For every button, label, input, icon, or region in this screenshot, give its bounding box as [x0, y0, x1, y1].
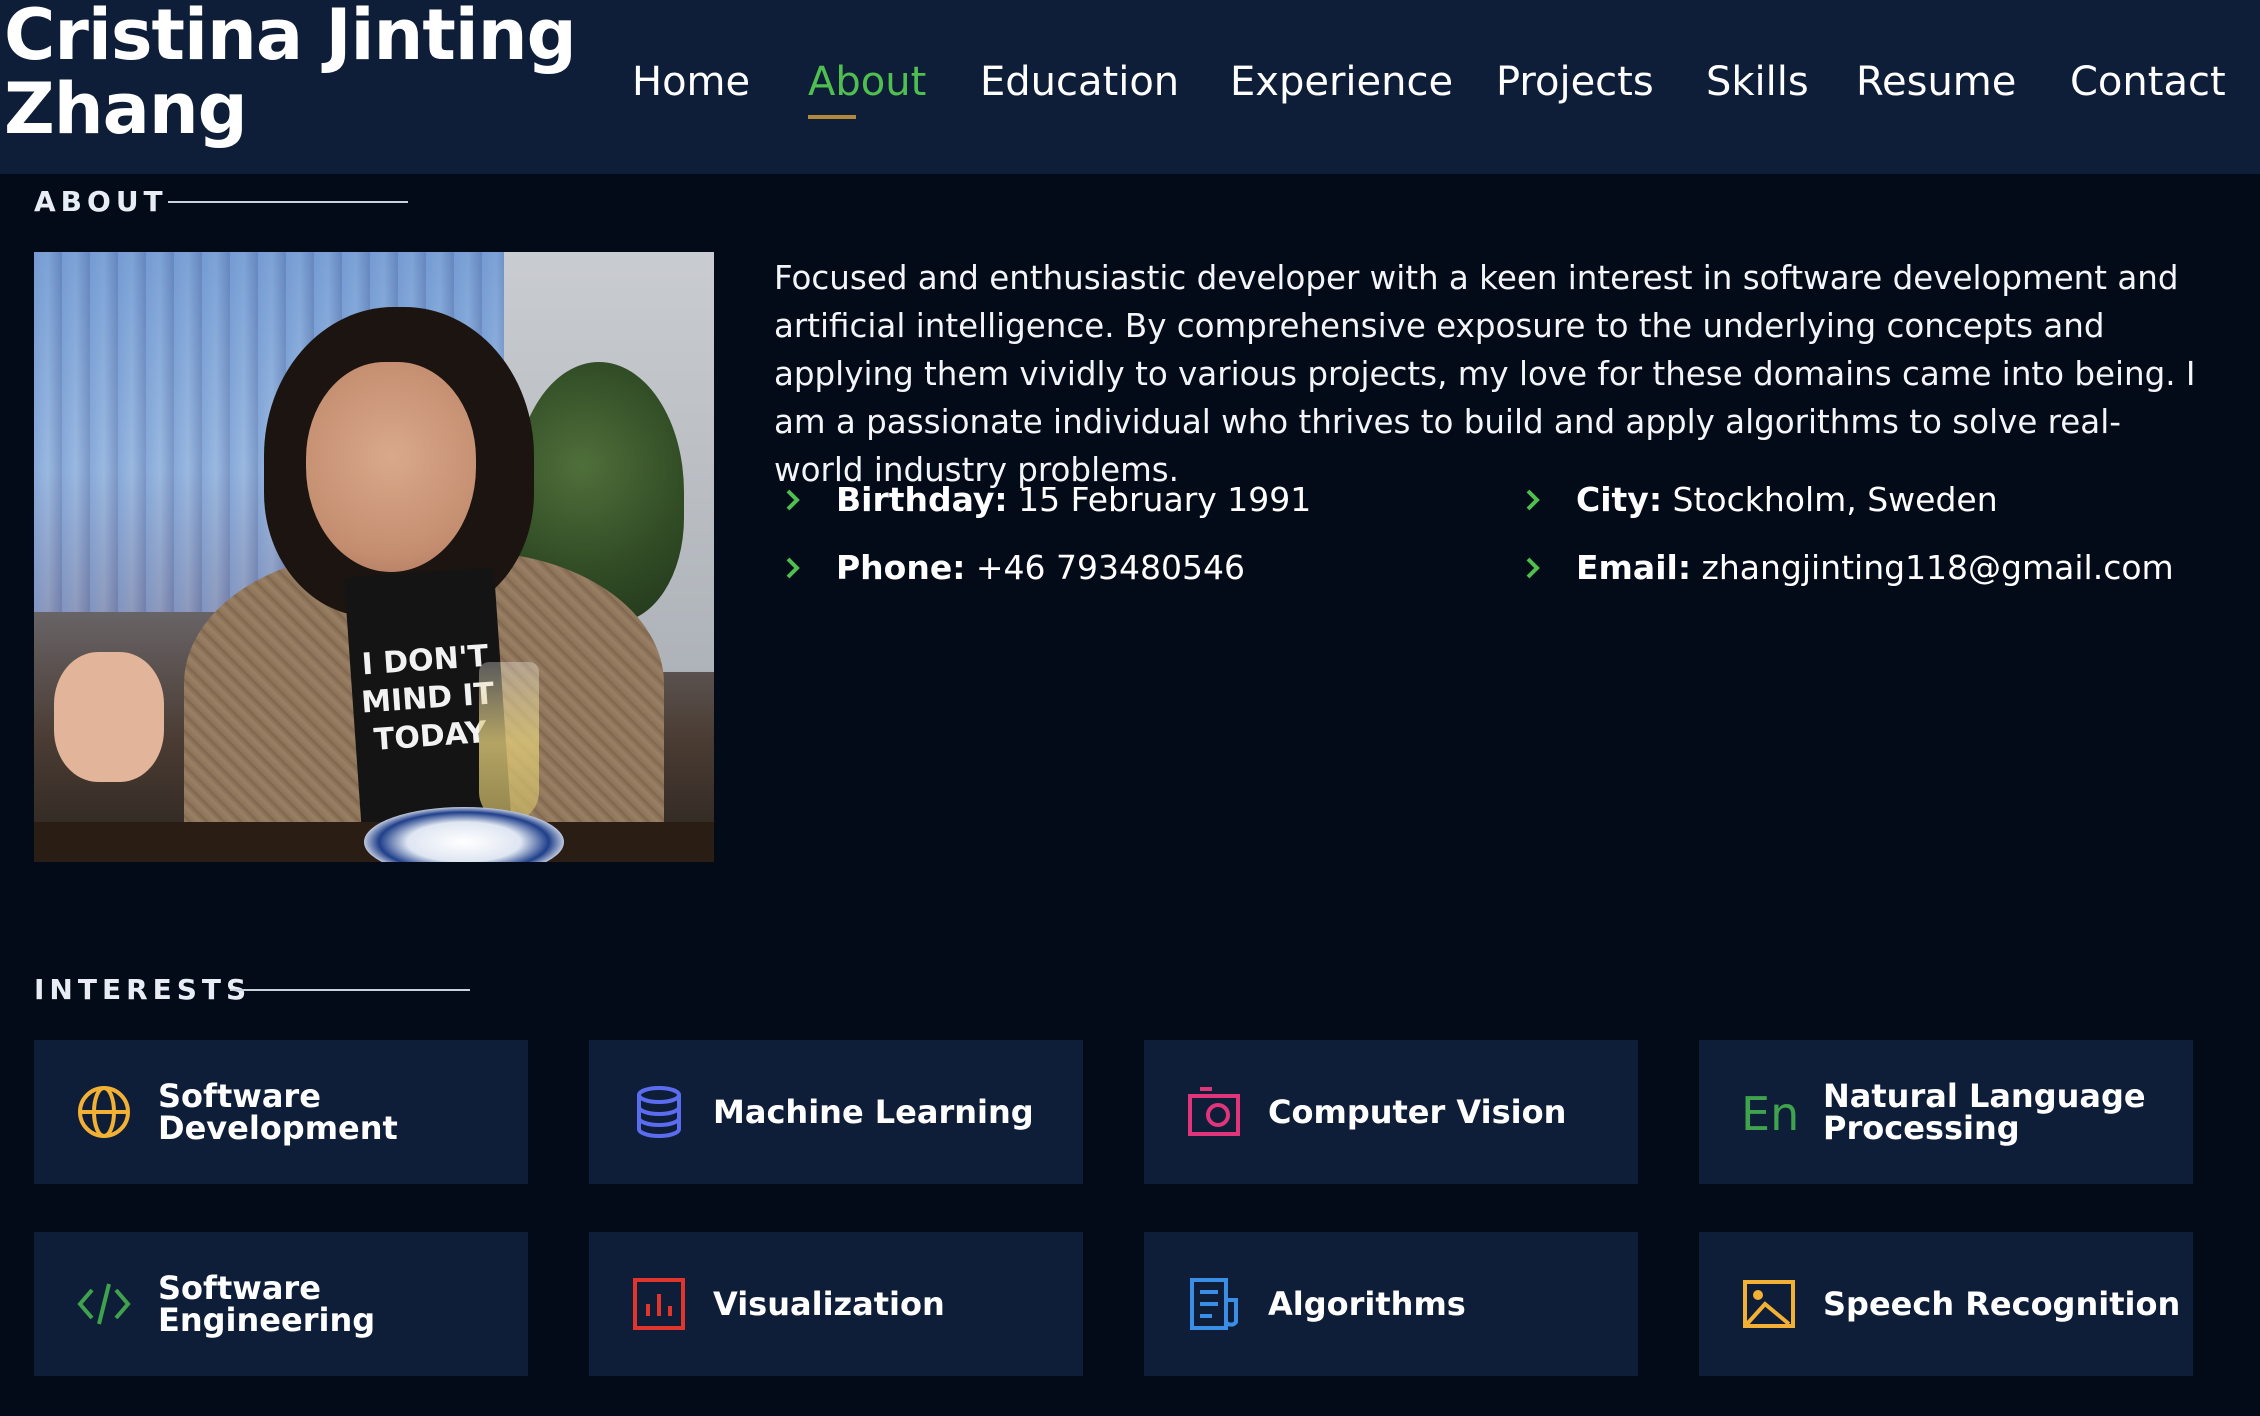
interest-label: Natural Language Processing	[1823, 1077, 2146, 1147]
info-city-value: Stockholm, Sweden	[1662, 480, 1998, 519]
interest-card-software-engineering[interactable]: Software Engineering	[34, 1232, 528, 1376]
chevron-right-icon	[786, 557, 800, 579]
interest-card-algorithms[interactable]: Algorithms	[1144, 1232, 1638, 1376]
profile-photo: I DON'T MIND IT TODAY	[34, 252, 714, 862]
info-birthday-value: 15 February 1991	[1007, 480, 1312, 519]
interest-label: Machine Learning	[713, 1093, 1034, 1131]
globe-icon	[78, 1086, 130, 1138]
nav-contact[interactable]: Contact	[2070, 52, 2226, 112]
info-email-label: Email:	[1576, 548, 1692, 587]
nav-projects[interactable]: Projects	[1496, 52, 1654, 112]
chevron-right-icon	[1526, 489, 1540, 511]
about-section-title: ABOUT	[34, 185, 168, 218]
nav-skills[interactable]: Skills	[1706, 52, 1809, 112]
nav-resume[interactable]: Resume	[1856, 52, 2016, 112]
info-phone-label: Phone:	[836, 548, 966, 587]
bar-chart-icon	[633, 1278, 685, 1330]
interest-label: Software Development	[158, 1077, 398, 1147]
interest-card-natural-language-processing[interactable]: En Natural Language Processing	[1699, 1040, 2193, 1184]
interest-label: Computer Vision	[1268, 1093, 1567, 1131]
chevron-right-icon	[1526, 557, 1540, 579]
language-en-icon: En	[1741, 1087, 1797, 1140]
database-icon	[637, 1086, 681, 1138]
about-title-divider	[168, 201, 408, 203]
interest-card-computer-vision[interactable]: Computer Vision	[1144, 1040, 1638, 1184]
document-icon	[1190, 1278, 1238, 1330]
interest-label: Speech Recognition	[1823, 1285, 2181, 1323]
interest-label: Software Engineering	[158, 1269, 376, 1339]
interest-card-speech-recognition[interactable]: Speech Recognition	[1699, 1232, 2193, 1376]
image-icon	[1743, 1280, 1795, 1328]
chevron-right-icon	[786, 489, 800, 511]
interests-title-divider	[230, 989, 470, 991]
interest-card-machine-learning[interactable]: Machine Learning	[589, 1040, 1083, 1184]
info-birthday-label: Birthday:	[836, 480, 1008, 519]
nav-home[interactable]: Home	[632, 52, 750, 112]
code-icon	[77, 1283, 131, 1325]
site-header: Cristina Jinting Zhang Home About Educat…	[0, 0, 2260, 174]
main-nav: Home About Education Experience Projects…	[0, 52, 2260, 112]
nav-active-underline	[808, 115, 856, 119]
nav-education[interactable]: Education	[980, 52, 1179, 112]
about-paragraph: Focused and enthusiastic developer with …	[774, 259, 2196, 489]
interest-card-visualization[interactable]: Visualization	[589, 1232, 1083, 1376]
info-city-label: City:	[1576, 480, 1663, 519]
interests-section-title: INTERESTS	[34, 973, 252, 1006]
info-email-value[interactable]: zhangjinting118@gmail.com	[1691, 548, 2174, 587]
interest-card-software-development[interactable]: Software Development	[34, 1040, 528, 1184]
info-phone-value: +46 793480546	[965, 548, 1246, 587]
camera-icon	[1188, 1087, 1240, 1136]
interest-label: Algorithms	[1268, 1285, 1466, 1323]
nav-about[interactable]: About	[808, 52, 926, 112]
svg-text:En: En	[1741, 1087, 1797, 1140]
interest-label: Visualization	[713, 1285, 945, 1323]
nav-experience[interactable]: Experience	[1230, 52, 1453, 112]
